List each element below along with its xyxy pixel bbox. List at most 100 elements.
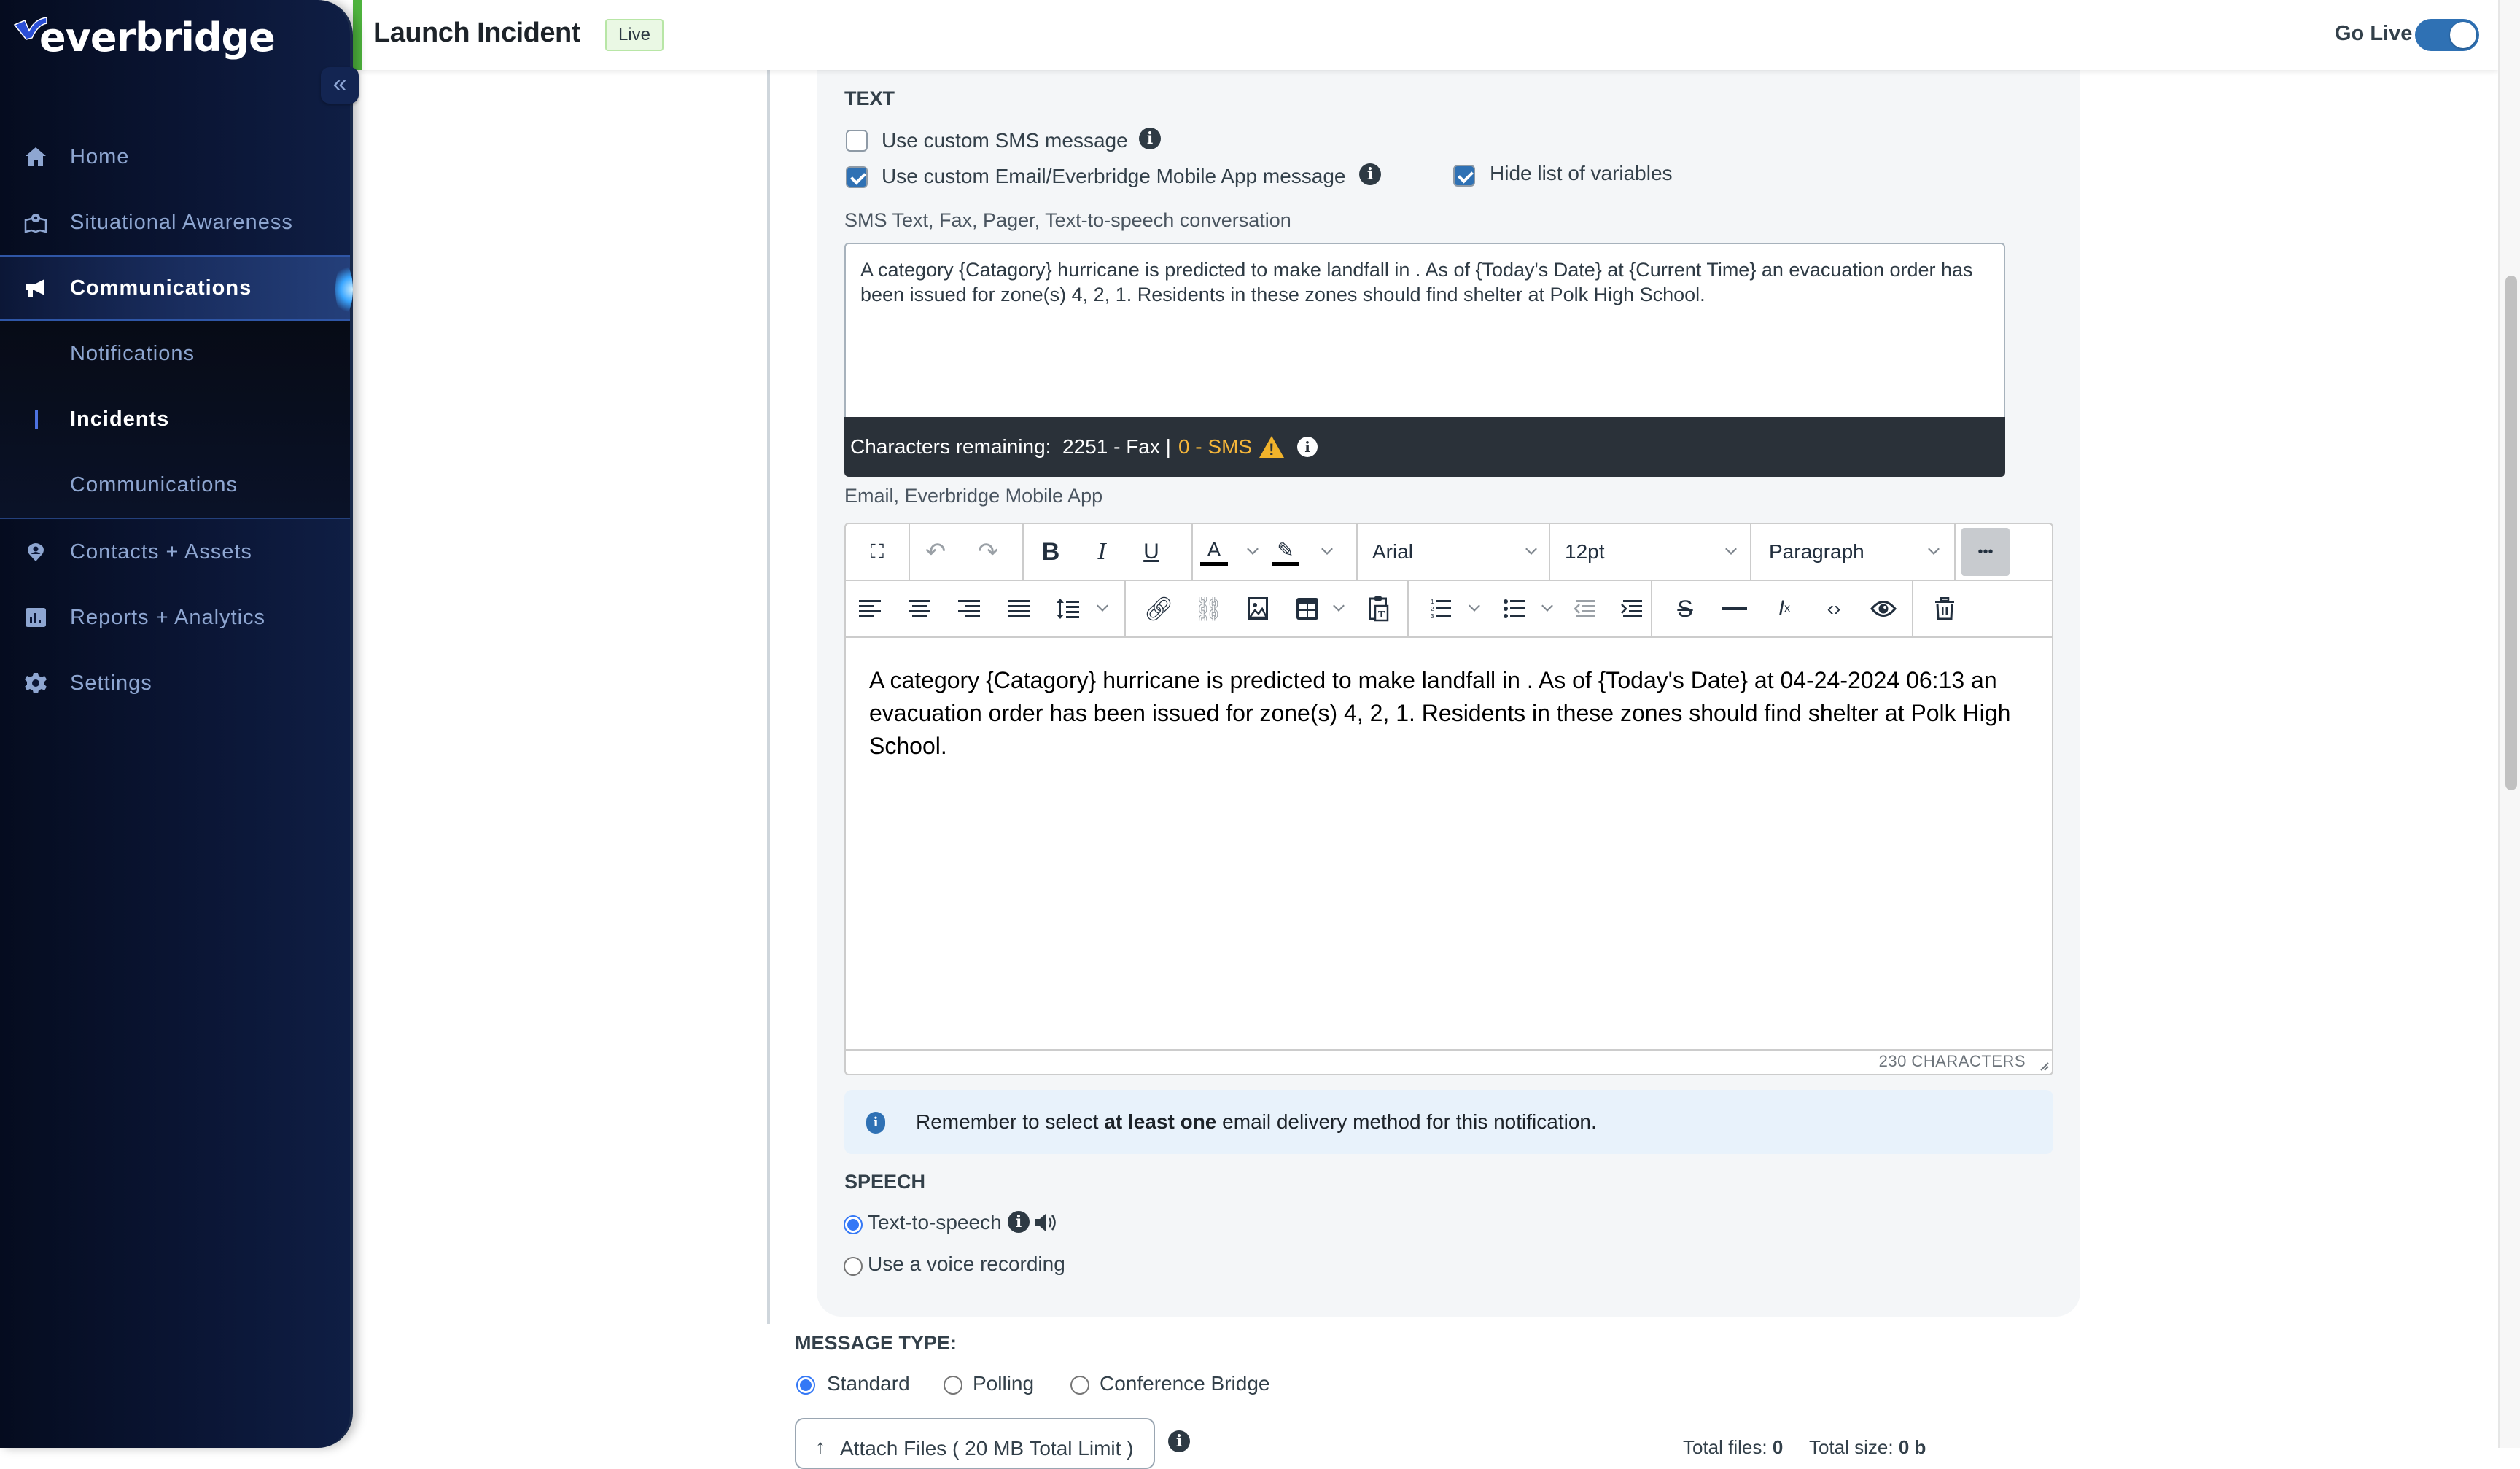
line-height-icon[interactable] xyxy=(1050,591,1086,626)
chevron-down-icon[interactable] xyxy=(1333,600,1345,612)
table-icon[interactable] xyxy=(1289,591,1326,626)
numbered-list-icon[interactable]: 123 xyxy=(1423,591,1460,626)
chevron-down-icon[interactable] xyxy=(1321,543,1333,555)
toolbar-group: 123 xyxy=(1409,581,1652,636)
sidebar-item-situational-awareness[interactable]: Situational Awareness xyxy=(0,190,350,255)
font-family-value: Arial xyxy=(1372,540,1414,563)
sidebar-item-settings[interactable]: Settings xyxy=(0,650,350,716)
align-left-icon[interactable] xyxy=(852,591,888,626)
block-format-select[interactable]: Paragraph xyxy=(1751,524,1956,580)
go-live-toggle[interactable] xyxy=(2415,19,2479,51)
chars-fax: 2251 - Fax xyxy=(1062,435,1160,458)
preview-eye-icon[interactable] xyxy=(1865,591,1902,626)
clear-formatting-icon[interactable]: Ix xyxy=(1766,591,1802,626)
email-field-label: Email, Everbridge Mobile App xyxy=(844,485,1103,507)
hide-variables-checkbox[interactable] xyxy=(1453,165,1475,187)
bold-icon[interactable]: B xyxy=(1032,534,1069,569)
conference-bridge-radio[interactable] xyxy=(1070,1376,1089,1395)
custom-email-checkbox[interactable] xyxy=(846,166,868,188)
svg-text:3: 3 xyxy=(1431,613,1434,620)
indent-icon[interactable] xyxy=(1613,591,1649,626)
bullet-list-icon[interactable] xyxy=(1496,591,1533,626)
page-scrollbar[interactable] xyxy=(2498,0,2520,1448)
polling-label: Polling xyxy=(973,1372,1035,1395)
toolbar-group: 🔗︎ ⛓︎ T xyxy=(1126,581,1409,636)
live-status-strip xyxy=(353,0,362,70)
toolbar-group: B I U xyxy=(1024,524,1193,580)
sidebar-subitem-notifications[interactable]: Notifications xyxy=(0,321,350,386)
voice-recording-radio[interactable] xyxy=(844,1257,863,1276)
underline-icon[interactable]: U xyxy=(1133,534,1170,569)
sidebar-item-label: Home xyxy=(70,144,130,168)
rich-text-editor: ⛶ ↶ ↷ B I U A ✎ Arial 12pt Paragraph •••… xyxy=(844,523,2053,1075)
chevron-down-icon[interactable] xyxy=(1247,543,1259,555)
sidebar-item-home[interactable]: Home xyxy=(0,124,350,190)
font-size-select[interactable]: 12pt xyxy=(1550,524,1751,580)
info-icon[interactable]: i xyxy=(1139,128,1161,149)
chevron-down-icon[interactable] xyxy=(1469,600,1480,612)
polling-radio[interactable] xyxy=(944,1376,962,1395)
toolbar-group xyxy=(846,581,1126,636)
text-to-speech-label: Text-to-speech xyxy=(868,1211,1002,1234)
sidebar-subitem-communications[interactable]: Communications xyxy=(0,452,350,518)
info-icon[interactable]: i xyxy=(1359,163,1381,185)
source-code-icon[interactable]: ‹› xyxy=(1816,591,1852,626)
font-family-select[interactable]: Arial xyxy=(1358,524,1550,580)
bar-chart-icon xyxy=(23,605,48,630)
align-justify-icon[interactable] xyxy=(1000,591,1037,626)
custom-sms-checkbox[interactable] xyxy=(846,130,868,152)
editor-content[interactable]: A category {Catagory} hurricane is predi… xyxy=(846,639,2052,1040)
resize-handle-icon[interactable] xyxy=(2037,1059,2049,1071)
hide-variables-label: Hide list of variables xyxy=(1490,162,1673,184)
image-icon[interactable] xyxy=(1240,591,1276,626)
chevron-down-icon[interactable] xyxy=(1097,600,1108,612)
more-options-button[interactable]: ••• xyxy=(1961,528,2010,576)
info-icon[interactable]: i xyxy=(1008,1211,1030,1233)
chevron-down-icon[interactable] xyxy=(1541,600,1553,612)
redo-icon[interactable]: ↷ xyxy=(970,534,1006,569)
link-icon[interactable]: 🔗︎ xyxy=(1140,591,1177,626)
active-indicator xyxy=(35,410,38,429)
info-icon[interactable]: i xyxy=(1168,1430,1190,1452)
conference-bridge-label: Conference Bridge xyxy=(1100,1372,1270,1395)
sidebar-item-reports-analytics[interactable]: Reports + Analytics xyxy=(0,585,350,650)
align-right-icon[interactable] xyxy=(951,591,987,626)
text-color-icon[interactable]: A xyxy=(1200,537,1228,566)
everbridge-logo[interactable]: everbridge ™ xyxy=(13,13,276,61)
sidebar-item-label: Reports + Analytics xyxy=(70,605,266,629)
undo-icon[interactable]: ↶ xyxy=(917,534,954,569)
fullscreen-icon[interactable]: ⛶ xyxy=(859,534,895,569)
horizontal-line-icon[interactable] xyxy=(1716,591,1753,626)
page-header: Launch Incident Live Go Live xyxy=(353,0,2498,70)
chars-sms: 0 - SMS xyxy=(1178,435,1253,458)
sms-text-input[interactable]: A category {Catagory} hurricane is predi… xyxy=(844,243,2005,418)
scrollbar-thumb[interactable] xyxy=(2505,276,2517,790)
sidebar-subitem-incidents[interactable]: Incidents xyxy=(0,386,350,452)
align-center-icon[interactable] xyxy=(901,591,938,626)
chevron-down-icon xyxy=(1928,543,1940,555)
standard-radio[interactable] xyxy=(796,1376,815,1395)
toolbar-group xyxy=(1913,581,1986,636)
content-divider xyxy=(767,70,770,1324)
sidebar-item-contacts-assets[interactable]: Contacts + Assets xyxy=(0,519,350,585)
highlight-color-icon[interactable]: ✎ xyxy=(1272,537,1299,566)
unlink-icon[interactable]: ⛓︎ xyxy=(1190,591,1226,626)
sidebar-subitem-label: Incidents xyxy=(70,407,170,431)
sidebar-subitem-label: Notifications xyxy=(70,341,195,365)
trash-icon[interactable] xyxy=(1926,591,1963,626)
chars-separator: | xyxy=(1165,435,1171,458)
collapse-sidebar-button[interactable]: « xyxy=(321,67,359,104)
toolbar-group: ↶ ↷ xyxy=(910,524,1024,580)
sidebar-item-communications[interactable]: Communications xyxy=(0,255,353,321)
attach-files-button[interactable]: ↑ Attach Files ( 20 MB Total Limit ) xyxy=(795,1418,1155,1469)
svg-text:1: 1 xyxy=(1431,599,1434,605)
reminder-text: Remember to select at least one email de… xyxy=(916,1110,1597,1133)
speaker-icon[interactable] xyxy=(1034,1212,1060,1234)
info-icon[interactable]: i xyxy=(1297,437,1318,457)
italic-icon[interactable]: I xyxy=(1084,534,1120,569)
paste-text-icon[interactable]: T xyxy=(1361,591,1397,626)
toolbar-group: A ✎ xyxy=(1193,524,1358,580)
strikethrough-icon[interactable]: S xyxy=(1667,591,1703,626)
text-to-speech-radio[interactable] xyxy=(844,1215,863,1234)
outdent-icon[interactable] xyxy=(1566,591,1603,626)
